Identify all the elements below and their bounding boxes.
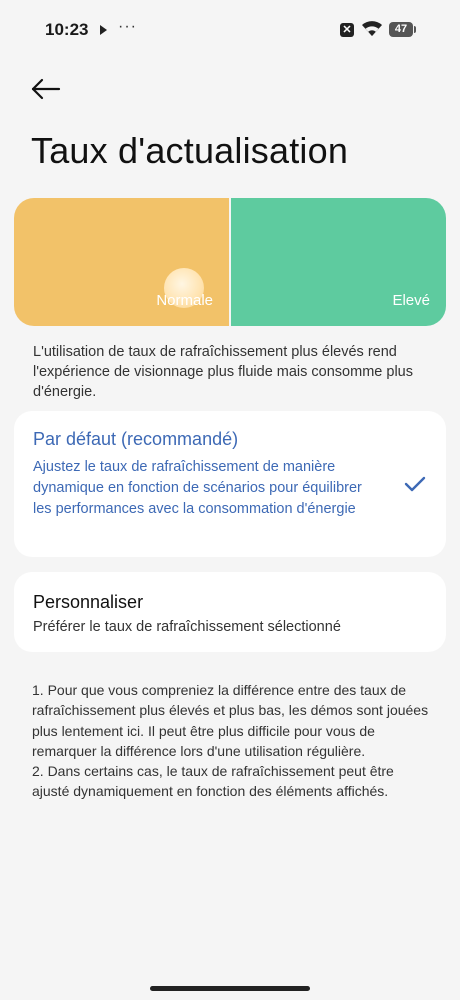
rate-label-high: Elevé	[392, 292, 430, 309]
check-icon	[404, 476, 426, 492]
note-item: 2. Dans certains cas, le taux de rafraîc…	[32, 763, 394, 800]
option-custom-title: Personnaliser	[33, 592, 144, 612]
option-custom[interactable]: Personnaliser Préférer le taux de rafraî…	[14, 572, 446, 652]
wifi-icon	[362, 21, 382, 36]
back-button[interactable]	[28, 72, 68, 108]
rate-description: L'utilisation de taux de rafraîchissemen…	[33, 344, 413, 400]
option-default[interactable]: Par défaut (recommandé) Ajustez le taux …	[14, 411, 446, 557]
option-custom-subtitle: Préférer le taux de rafraîchissement sél…	[33, 619, 341, 635]
rate-label-normal: Normale	[156, 292, 213, 309]
rate-option-high[interactable]: Elevé	[229, 198, 446, 326]
battery-icon: 47	[389, 22, 416, 37]
back-arrow-icon	[31, 78, 61, 100]
option-default-subtitle: Ajustez le taux de rafraîchissement de m…	[33, 459, 362, 517]
note-item: 1. Pour que vous compreniez la différenc…	[32, 682, 429, 759]
page-title: Taux d'actualisation	[31, 130, 349, 171]
status-time: 10:23	[45, 20, 89, 39]
more-notifications-icon: ···	[118, 18, 137, 35]
option-default-title: Par défaut (recommandé)	[33, 429, 239, 449]
home-indicator[interactable]	[150, 986, 310, 991]
rate-option-normal[interactable]: Normale	[14, 198, 229, 326]
refresh-rate-selector[interactable]: Normale Elevé	[14, 198, 446, 326]
status-bar: 10:23 ··· ✕ 47	[0, 0, 460, 60]
notes: 1. Pour que vous compreniez la différenc…	[32, 680, 432, 802]
no-sim-icon: ✕	[340, 23, 354, 37]
play-icon	[100, 25, 107, 35]
